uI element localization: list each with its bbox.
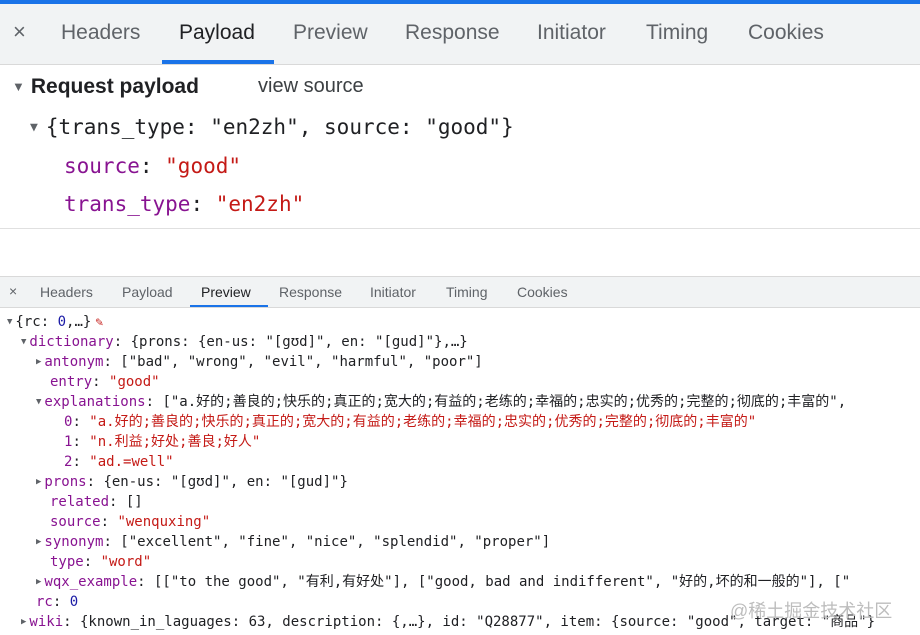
tab-response[interactable]: Response bbox=[279, 283, 342, 301]
triangle-down-icon[interactable]: ▼ bbox=[30, 120, 38, 135]
tree-explanation-item: 1: "n.利益;好处;善良;好人" bbox=[64, 434, 261, 450]
request-payload-title: Request payload bbox=[30, 75, 199, 98]
tab-preview[interactable]: Preview bbox=[201, 283, 251, 301]
devtools-tab-bar-large: × Headers Payload Preview Response Initi… bbox=[0, 4, 920, 65]
preview-tree: ▼ {rc: 0,…} ✎ ▼ dictionary: {prons: {en-us:… bbox=[0, 308, 920, 635]
active-tab-indicator bbox=[190, 305, 268, 307]
tab-payload[interactable]: Payload bbox=[122, 283, 173, 301]
triangle-right-icon[interactable]: ▶ bbox=[36, 577, 41, 587]
edit-pencil-icon: ✎ bbox=[95, 315, 104, 330]
tab-initiator[interactable]: Initiator bbox=[370, 283, 416, 301]
tab-cookies[interactable]: Cookies bbox=[517, 283, 568, 301]
tree-prons[interactable]: ▶ prons: {en-us: "[gʊd]", en: "[gud]"} bbox=[36, 472, 348, 494]
request-payload-header[interactable]: ▼ Request payload bbox=[12, 75, 199, 99]
tree-root[interactable]: ▼ {rc: 0,…} ✎ bbox=[7, 312, 103, 334]
tree-rc: rc: 0 bbox=[36, 594, 79, 610]
watermark: @稀土掘金技术社区 bbox=[730, 601, 893, 621]
tree-related: related: [] bbox=[50, 494, 143, 510]
triangle-down-icon[interactable]: ▼ bbox=[21, 337, 26, 347]
triangle-right-icon[interactable]: ▶ bbox=[21, 617, 26, 627]
tree-explanation-item: 0: "a.好的;善良的;快乐的;真正的;宽大的;有益的;老练的;幸福的;忠实的… bbox=[64, 414, 757, 430]
tab-headers[interactable]: Headers bbox=[61, 20, 140, 46]
tab-initiator[interactable]: Initiator bbox=[537, 20, 606, 46]
active-tab-indicator bbox=[162, 60, 274, 64]
payload-summary[interactable]: ▼ {trans_type: "en2zh", source: "good"} bbox=[30, 115, 514, 139]
tree-dictionary[interactable]: ▼ dictionary: {prons: {en-us: "[gʊd]", en… bbox=[21, 332, 468, 354]
triangle-right-icon[interactable]: ▶ bbox=[36, 357, 41, 367]
view-source-link[interactable]: view source bbox=[258, 75, 364, 98]
triangle-down-icon[interactable]: ▼ bbox=[7, 317, 12, 327]
close-icon[interactable]: × bbox=[13, 19, 26, 45]
tab-preview[interactable]: Preview bbox=[293, 20, 368, 46]
tab-response[interactable]: Response bbox=[405, 20, 500, 46]
tree-entry: entry: "good" bbox=[50, 374, 160, 390]
tab-timing[interactable]: Timing bbox=[446, 283, 488, 301]
triangle-down-icon[interactable]: ▼ bbox=[36, 397, 41, 407]
triangle-right-icon[interactable]: ▶ bbox=[36, 477, 41, 487]
tree-explanation-item: 2: "ad.=well" bbox=[64, 454, 174, 470]
payload-field-source: source: "good" bbox=[64, 154, 242, 178]
tab-payload[interactable]: Payload bbox=[179, 20, 255, 46]
payload-panel: ▼ Request payload view source ▼ {trans_typ… bbox=[0, 65, 920, 228]
tab-cookies[interactable]: Cookies bbox=[748, 20, 824, 46]
triangle-right-icon[interactable]: ▶ bbox=[36, 537, 41, 547]
tree-synonym[interactable]: ▶ synonym: ["excellent", "fine", "nice", … bbox=[36, 532, 550, 554]
close-icon[interactable]: × bbox=[9, 282, 17, 300]
tree-wqx-example[interactable]: ▶ wqx_example: [["to the good", "有利,有好处"]… bbox=[36, 572, 850, 594]
tree-explanations[interactable]: ▼ explanations: ["a.好的;善良的;快乐的;真正的;宽大的;有益… bbox=[36, 392, 846, 414]
tree-source: source: "wenquxing" bbox=[50, 514, 211, 530]
tree-type: type: "word" bbox=[50, 554, 152, 570]
tree-antonym[interactable]: ▶ antonym: ["bad", "wrong", "evil", "harm… bbox=[36, 352, 483, 374]
triangle-down-icon[interactable]: ▼ bbox=[12, 79, 25, 94]
tab-timing[interactable]: Timing bbox=[646, 20, 708, 46]
devtools-tab-bar-small: × Headers Payload Preview Response Initi… bbox=[0, 276, 920, 308]
divider bbox=[0, 228, 920, 229]
tab-headers[interactable]: Headers bbox=[40, 283, 93, 301]
payload-field-trans-type: trans_type: "en2zh" bbox=[64, 192, 305, 216]
